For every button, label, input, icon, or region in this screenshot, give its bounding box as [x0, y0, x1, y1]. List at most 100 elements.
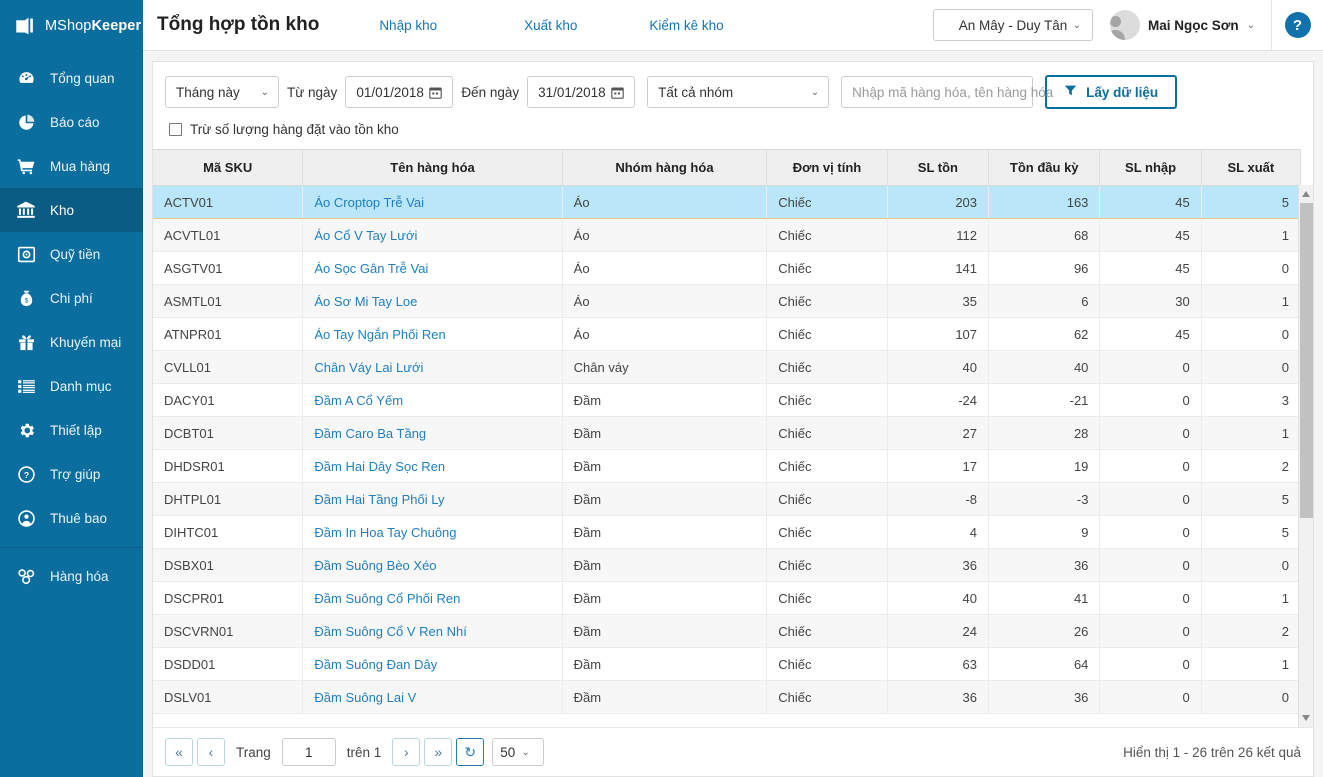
table-row[interactable]: DIHTC01 Đầm In Hoa Tay Chuông Đầm Chiếc 4 9 0 5 [153, 515, 1302, 549]
scroll-up-icon[interactable] [1302, 191, 1310, 197]
chevron-down-icon: ⌄ [521, 746, 530, 758]
table-row[interactable]: ASMTL01 Áo Sơ Mi Tay Loe Áo Chiếc 35 6 30 1 [153, 284, 1302, 318]
tab-kiem-ke-kho[interactable]: Kiểm kê kho [635, 18, 737, 33]
sidebar-item-mua-hang[interactable]: Mua hàng [0, 144, 143, 188]
product-link[interactable]: Đầm Suông Cổ V Ren Nhí [314, 624, 466, 639]
table-row[interactable]: ASGTV01 Áo Sọc Gân Trễ Vai Áo Chiếc 141 96 45 0 [153, 251, 1302, 285]
product-link[interactable]: Đầm Hai Dây Sọc Ren [314, 459, 445, 474]
table-row[interactable]: ACTV01 Áo Croptop Trễ Vai Áo Chiếc 203 163 45 5 [153, 185, 1302, 219]
cell-name[interactable]: Áo Sơ Mi Tay Loe [302, 284, 563, 318]
cell-name[interactable]: Đầm Caro Ba Tầng [302, 416, 563, 450]
table-row[interactable]: DHTPL01 Đầm Hai Tầng Phối Ly Đầm Chiếc -8 -3 0… [153, 482, 1302, 516]
refresh-button[interactable]: ↻ [456, 738, 485, 766]
sidebar-item-thue-bao[interactable]: Thuê bao [0, 496, 143, 540]
table-row[interactable]: ACVTL01 Áo Cổ V Tay Lưới Áo Chiếc 112 68 45 1 [153, 218, 1302, 252]
group-select[interactable]: Tất cả nhóm ⌄ [647, 76, 830, 108]
sidebar-item-tong-quan[interactable]: Tổng quan [0, 56, 143, 100]
scroll-down-icon[interactable] [1302, 715, 1310, 721]
brand-logo[interactable]: MShopKeeper [0, 0, 143, 51]
first-page-button[interactable]: « [165, 738, 193, 766]
sidebar-item-kho[interactable]: Kho [0, 188, 143, 232]
col-ten-hang-hoa[interactable]: Tên hàng hóa [302, 149, 563, 186]
cell-name[interactable]: Đầm A Cổ Yếm [302, 383, 563, 417]
cell-name[interactable]: Đầm Suông Đan Dây [302, 647, 563, 681]
table-row[interactable]: DSCPR01 Đầm Suông Cổ Phối Ren Đầm Chiếc 40 41… [153, 581, 1302, 615]
from-date-input[interactable]: 01/01/2018 [345, 76, 454, 108]
scroll-thumb[interactable] [1300, 203, 1313, 518]
period-select[interactable]: Tháng này ⌄ [165, 76, 279, 108]
sidebar-item-danh-muc[interactable]: Danh mục [0, 364, 143, 408]
cell-name[interactable]: Đầm In Hoa Tay Chuông [302, 515, 563, 549]
product-link[interactable]: Chân Váy Lai Lưới [314, 360, 423, 375]
page-size-select[interactable]: 50 ⌄ [492, 738, 545, 766]
cell-name[interactable]: Đầm Suông Lai V [302, 680, 563, 714]
product-link[interactable]: Đầm A Cổ Yếm [314, 393, 403, 408]
subtract-reserved-checkbox[interactable] [169, 123, 182, 136]
cell-name[interactable]: Đầm Hai Dây Sọc Ren [302, 449, 563, 483]
cell-sl-nhap: 45 [1099, 218, 1202, 252]
col-sl-ton[interactable]: SL tồn [887, 149, 990, 186]
cell-name[interactable]: Áo Sọc Gân Trễ Vai [302, 251, 563, 285]
sidebar-item-bao-cao[interactable]: Báo cáo [0, 100, 143, 144]
sidebar-item-thiet-lap[interactable]: Thiết lập [0, 408, 143, 452]
sidebar-item-hang-hoa[interactable]: Hàng hóa [0, 554, 143, 598]
col-don-vi-tinh[interactable]: Đơn vị tính [766, 149, 888, 186]
cell-name[interactable]: Đầm Suông Cổ V Ren Nhí [302, 614, 563, 648]
sidebar-item-chi-phi[interactable]: $ Chi phí [0, 276, 143, 320]
subtract-reserved-checkbox-row[interactable]: Trừ số lượng hàng đặt vào tồn kho [169, 122, 1301, 137]
product-link[interactable]: Áo Croptop Trễ Vai [314, 195, 424, 210]
product-link[interactable]: Đầm Suông Bèo Xéo [314, 558, 436, 573]
cell-name[interactable]: Áo Cổ V Tay Lưới [302, 218, 563, 252]
table-row[interactable]: DCBT01 Đầm Caro Ba Tầng Đầm Chiếc 27 28 0 1 [153, 416, 1302, 450]
cell-name[interactable]: Đầm Hai Tầng Phối Ly [302, 482, 563, 516]
next-page-button[interactable]: › [392, 738, 421, 766]
to-date-input[interactable]: 31/01/2018 [527, 76, 636, 108]
product-link[interactable]: Áo Cổ V Tay Lưới [314, 228, 417, 243]
table-row[interactable]: CVLL01 Chân Váy Lai Lưới Chân váy Chiếc 40 40… [153, 350, 1302, 384]
branch-selector[interactable]: An Mây - Duy Tân ⌄ [933, 9, 1093, 41]
product-link[interactable]: Đầm Suông Đan Dây [314, 657, 437, 672]
table-row[interactable]: ATNPR01 Áo Tay Ngắn Phối Ren Áo Chiếc 107 62 4… [153, 317, 1302, 351]
page-number-input[interactable]: 1 [281, 738, 336, 766]
tab-xuat-kho[interactable]: Xuất kho [510, 18, 591, 33]
product-link[interactable]: Đầm In Hoa Tay Chuông [314, 525, 456, 540]
table-row[interactable]: DSDD01 Đầm Suông Đan Dây Đầm Chiếc 63 64 0 1 [153, 647, 1302, 681]
search-input[interactable]: Nhập mã hàng hóa, tên hàng hóa [841, 76, 1053, 108]
product-link[interactable]: Đầm Caro Ba Tầng [314, 426, 426, 441]
product-link[interactable]: Áo Sơ Mi Tay Loe [314, 294, 417, 309]
table-row[interactable]: DSLV01 Đầm Suông Lai V Đầm Chiếc 36 36 0 0 [153, 680, 1302, 714]
sidebar-item-quy-tien[interactable]: Quỹ tiền [0, 232, 143, 276]
cell-sl-ton: 35 [887, 284, 990, 318]
col-ton-dau-ky[interactable]: Tồn đầu kỳ [988, 149, 1101, 186]
col-nhom-hang-hoa[interactable]: Nhóm hàng hóa [562, 149, 768, 186]
product-link[interactable]: Áo Sọc Gân Trễ Vai [314, 261, 428, 276]
product-link[interactable]: Đầm Hai Tầng Phối Ly [314, 492, 444, 507]
cell-name[interactable]: Áo Tay Ngắn Phối Ren [302, 317, 563, 351]
sidebar-item-tro-giup[interactable]: ? Trợ giúp [0, 452, 143, 496]
sidebar-item-khuyen-mai[interactable]: Khuyến mại [0, 320, 143, 364]
product-link[interactable]: Đầm Suông Lai V [314, 690, 416, 705]
table-row[interactable]: DACY01 Đầm A Cổ Yếm Đầm Chiếc -24 -21 0 3 [153, 383, 1302, 417]
help-icon[interactable]: ? [1284, 12, 1311, 38]
cell-name[interactable]: Chân Váy Lai Lưới [302, 350, 563, 384]
prev-page-button[interactable]: ‹ [197, 738, 225, 766]
col-sl-nhap[interactable]: SL nhập [1099, 149, 1202, 186]
results-summary: Hiển thị 1 - 26 trên 26 kết quả [1123, 744, 1301, 760]
user-menu[interactable]: Mai Ngọc Sơn ⌄ [1110, 10, 1255, 40]
cell-unit: Chiếc [766, 449, 888, 483]
product-link[interactable]: Đầm Suông Cổ Phối Ren [314, 591, 460, 606]
tab-nhap-kho[interactable]: Nhập kho [365, 18, 451, 33]
last-page-button[interactable]: » [424, 738, 453, 766]
cell-name[interactable]: Đầm Suông Cổ Phối Ren [302, 581, 563, 615]
table-scrollbar[interactable] [1298, 185, 1313, 727]
cell-sl-nhap: 0 [1099, 416, 1202, 450]
table-row[interactable]: DSCVRN01 Đầm Suông Cổ V Ren Nhí Đầm Chiếc 24… [153, 614, 1302, 648]
load-data-button[interactable]: Lấy dữ liệu [1045, 75, 1178, 109]
cell-name[interactable]: Áo Croptop Trễ Vai [302, 185, 563, 219]
table-row[interactable]: DHDSR01 Đầm Hai Dây Sọc Ren Đầm Chiếc 17 19 0 2 [153, 449, 1302, 483]
product-link[interactable]: Áo Tay Ngắn Phối Ren [314, 327, 445, 342]
col-sl-xuat[interactable]: SL xuất [1201, 149, 1302, 186]
table-row[interactable]: DSBX01 Đầm Suông Bèo Xéo Đầm Chiếc 36 36 0 0 [153, 548, 1302, 582]
cell-name[interactable]: Đầm Suông Bèo Xéo [302, 548, 563, 582]
col-ma-sku[interactable]: Mã SKU [153, 149, 304, 186]
